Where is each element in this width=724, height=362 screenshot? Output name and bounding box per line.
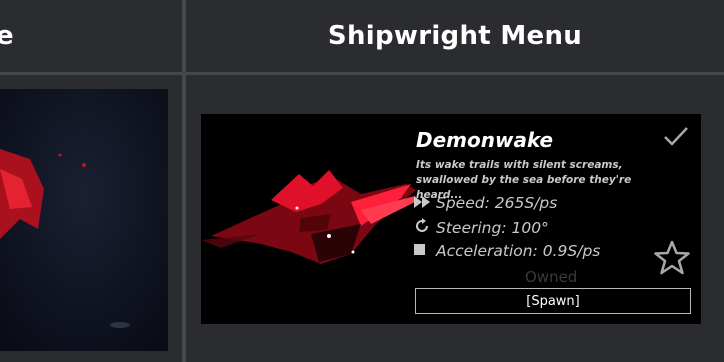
page-title: Shipwright Menu bbox=[327, 21, 583, 51]
stat-speed-value: Speed: 265S/ps bbox=[436, 194, 558, 212]
stat-steering-value: Steering: 100° bbox=[436, 219, 549, 237]
ship-name: Demonwake bbox=[416, 128, 554, 152]
rotate-icon bbox=[414, 218, 432, 238]
ship-card[interactable]: Demonwake Its wake trails with silent sc… bbox=[201, 114, 701, 324]
owned-status: Owned bbox=[525, 268, 578, 286]
star-icon[interactable] bbox=[653, 240, 691, 280]
stat-speed: Speed: 265S/ps bbox=[414, 194, 557, 212]
ship-preview-image bbox=[0, 89, 168, 351]
fast-forward-icon bbox=[414, 194, 432, 212]
left-panel-header: e bbox=[0, 0, 182, 72]
spawn-button[interactable]: [Spawn] bbox=[415, 288, 691, 314]
checkmark-icon[interactable] bbox=[663, 126, 689, 152]
stat-steering: Steering: 100° bbox=[414, 218, 549, 238]
left-panel-title: e bbox=[0, 21, 14, 51]
stat-acceleration: Acceleration: 0.9S/ps bbox=[414, 242, 600, 260]
shipwright-menu-header: Shipwright Menu bbox=[186, 0, 724, 72]
stat-acceleration-value: Acceleration: 0.9S/ps bbox=[436, 242, 601, 260]
ship-image bbox=[201, 114, 416, 324]
square-icon bbox=[414, 242, 432, 260]
left-panel bbox=[0, 75, 182, 362]
